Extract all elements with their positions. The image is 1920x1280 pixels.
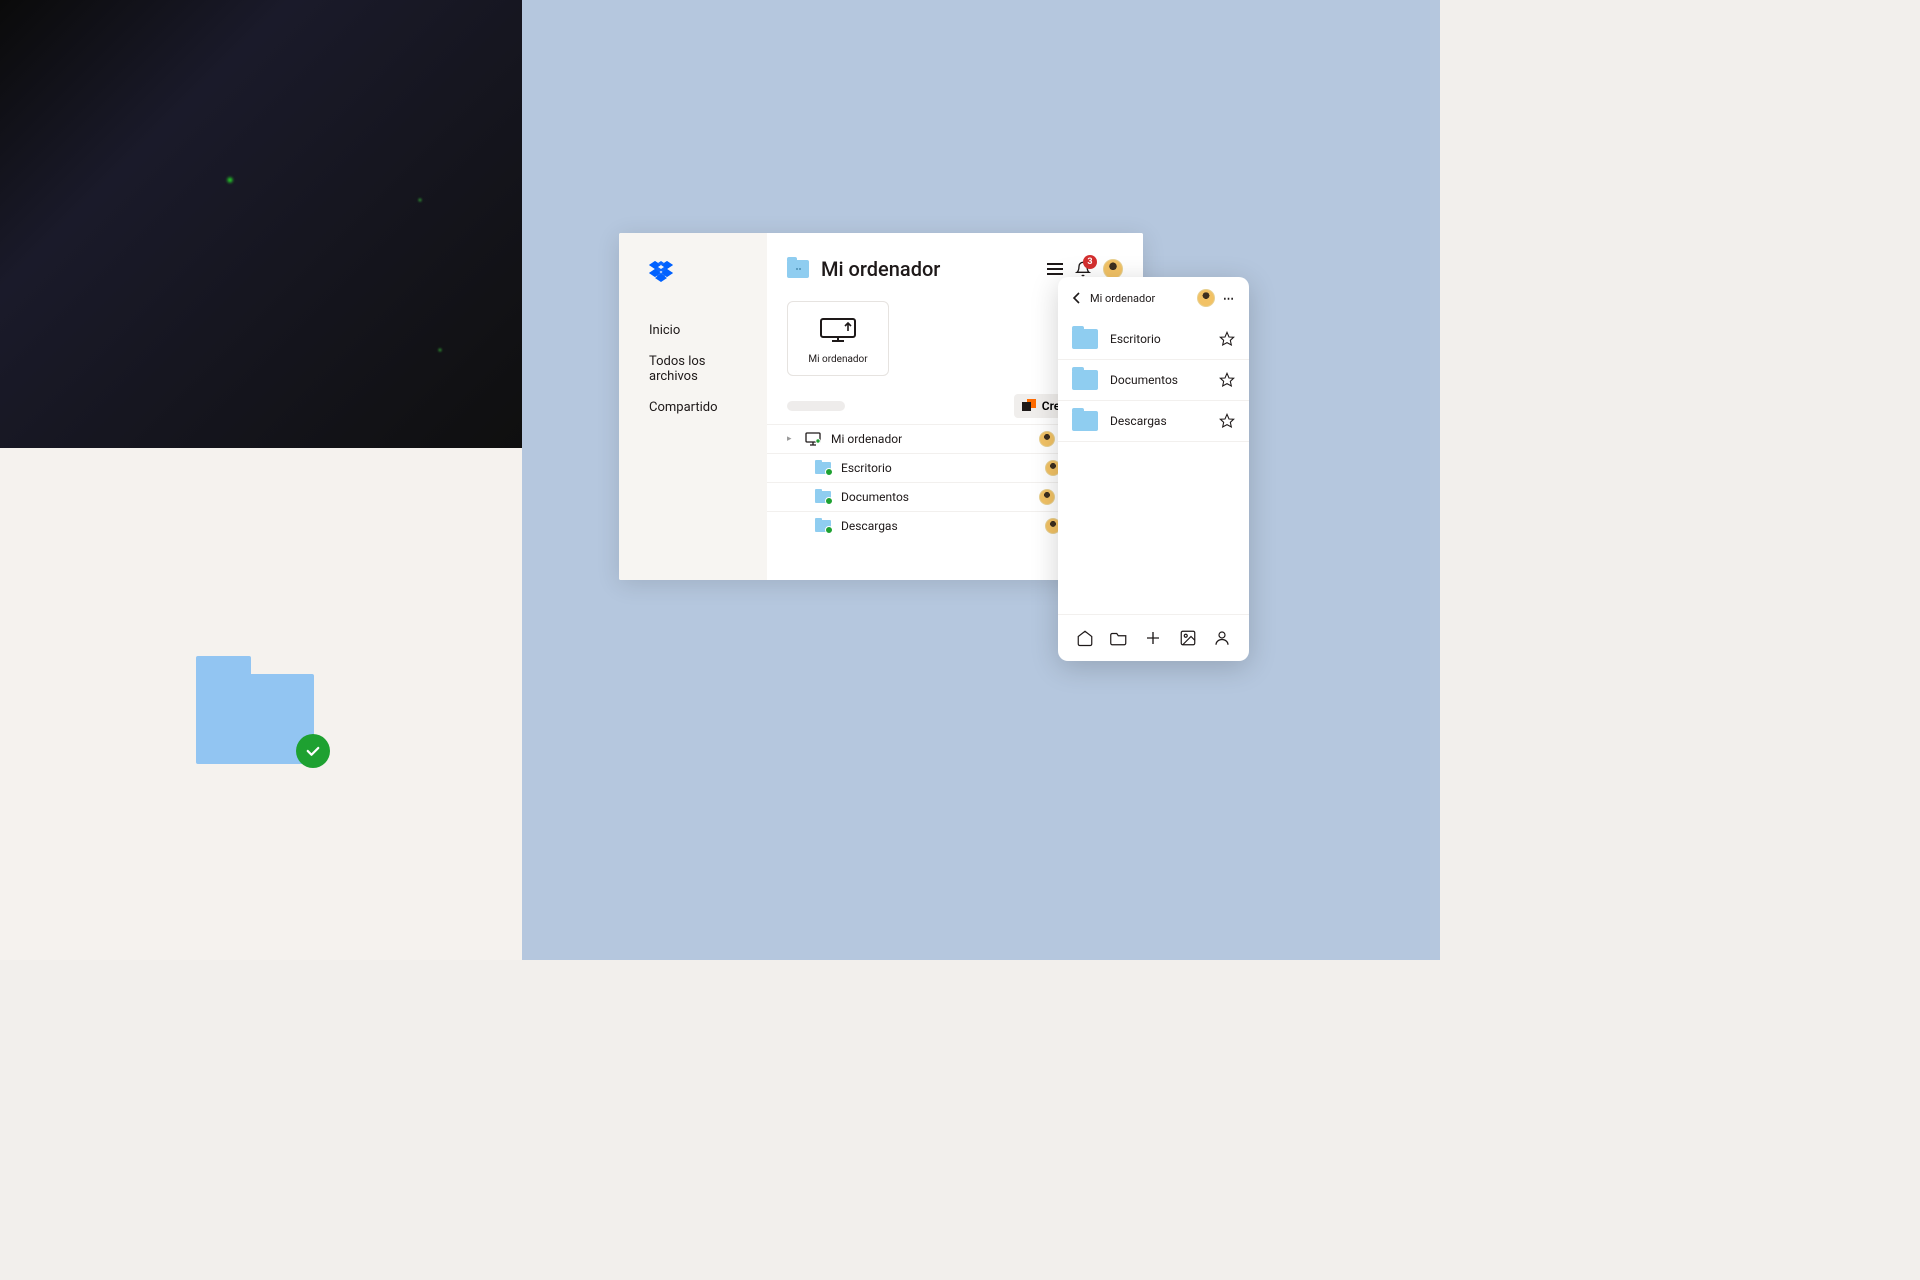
monitor-icon xyxy=(805,432,821,446)
folder-synced-icon xyxy=(815,520,831,532)
dropbox-logo-icon[interactable] xyxy=(649,261,751,283)
menu-icon[interactable] xyxy=(1047,263,1063,275)
computer-card-label: Mi ordenador xyxy=(808,354,867,365)
photos-icon[interactable] xyxy=(1177,627,1199,649)
folder-synced-icon xyxy=(815,462,831,474)
folder-icon xyxy=(1072,329,1098,349)
folder-icon xyxy=(1072,370,1098,390)
folder-synced-icon xyxy=(815,491,831,503)
star-icon[interactable] xyxy=(1219,331,1235,347)
avatar[interactable] xyxy=(1103,259,1123,279)
plus-icon[interactable] xyxy=(1142,627,1164,649)
back-icon[interactable] xyxy=(1072,292,1082,304)
mobile-header: Mi ordenador ⋯ xyxy=(1058,277,1249,319)
account-icon[interactable] xyxy=(1211,627,1233,649)
mobile-row-name: Documentos xyxy=(1110,373,1207,387)
avatar xyxy=(1039,431,1055,447)
sidebar-item-home[interactable]: Inicio xyxy=(649,323,751,338)
mobile-row-documents[interactable]: Documentos xyxy=(1058,360,1249,401)
sidebar-item-shared[interactable]: Compartido xyxy=(649,400,751,415)
mobile-title: Mi ordenador xyxy=(1090,292,1189,305)
avatar[interactable] xyxy=(1197,289,1215,307)
dropbox-mobile-window: Mi ordenador ⋯ Escritorio Documentos xyxy=(1058,277,1249,661)
right-column: Inicio Todos los archivos Compartido Mi … xyxy=(522,0,1440,960)
mobile-row-name: Descargas xyxy=(1110,414,1207,428)
star-icon[interactable] xyxy=(1219,372,1235,388)
mobile-bottom-nav xyxy=(1058,614,1249,661)
file-row-name: Descargas xyxy=(841,519,949,533)
file-row-name: Escritorio xyxy=(841,461,949,475)
file-row-name: Mi ordenador xyxy=(831,432,939,446)
expand-caret-icon[interactable]: ▸ xyxy=(787,434,795,444)
check-badge-icon xyxy=(296,734,330,768)
more-icon[interactable]: ⋯ xyxy=(1223,292,1235,305)
left-column xyxy=(0,0,522,960)
star-icon[interactable] xyxy=(1219,413,1235,429)
mobile-list: Escritorio Documentos Descargas xyxy=(1058,319,1249,614)
computer-card[interactable]: Mi ordenador xyxy=(787,301,889,376)
folder-synced-illustration xyxy=(0,448,522,960)
home-icon[interactable] xyxy=(1074,627,1096,649)
folder-icon xyxy=(1072,411,1098,431)
folder-nav-icon[interactable] xyxy=(1108,627,1130,649)
desktop-sidebar: Inicio Todos los archivos Compartido xyxy=(619,233,767,580)
page-title: Mi ordenador xyxy=(821,257,1047,281)
filter-placeholder xyxy=(787,401,845,411)
avatar xyxy=(1039,489,1055,505)
notifications-icon[interactable]: 3 xyxy=(1075,261,1091,277)
mobile-row-downloads[interactable]: Descargas xyxy=(1058,401,1249,442)
notification-badge: 3 xyxy=(1083,255,1097,269)
mobile-row-desktop[interactable]: Escritorio xyxy=(1058,319,1249,360)
shared-folder-icon xyxy=(787,260,809,278)
file-row-name: Documentos xyxy=(841,490,949,504)
folder-icon xyxy=(196,644,326,764)
mobile-row-name: Escritorio xyxy=(1110,332,1207,346)
server-rack-photo xyxy=(0,0,522,448)
create-icon xyxy=(1022,399,1036,413)
sidebar-item-all-files[interactable]: Todos los archivos xyxy=(649,354,751,384)
